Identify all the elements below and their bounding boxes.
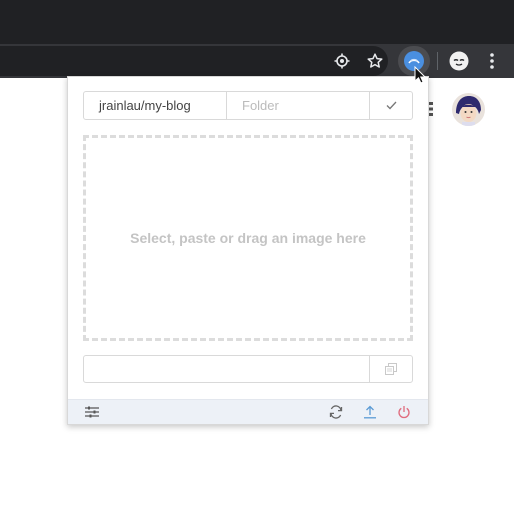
mouse-cursor-icon: [414, 65, 427, 89]
copy-button[interactable]: [370, 356, 412, 382]
repo-input[interactable]: jrainlau/my-blog: [84, 92, 227, 119]
address-bar[interactable]: [0, 46, 388, 76]
location-target-icon[interactable]: [331, 50, 353, 72]
extension-popup: jrainlau/my-blog Folder Select, paste or…: [67, 76, 429, 425]
profile-icon[interactable]: [448, 50, 470, 72]
image-dropzone[interactable]: Select, paste or drag an image here: [83, 135, 413, 341]
check-icon: [386, 101, 396, 110]
bookmark-star-icon[interactable]: [364, 50, 386, 72]
url-row: [83, 355, 413, 383]
refresh-icon[interactable]: [328, 404, 344, 420]
power-icon[interactable]: [396, 404, 412, 420]
settings-sliders-icon[interactable]: [84, 404, 100, 420]
avatar[interactable]: [452, 93, 485, 126]
toolbar-separator: [437, 52, 438, 70]
confirm-button[interactable]: [370, 92, 412, 119]
tab-strip: [0, 0, 514, 44]
image-url-field[interactable]: [84, 356, 370, 382]
copy-icon: [385, 363, 397, 375]
folder-input[interactable]: Folder: [227, 92, 370, 119]
upload-icon[interactable]: [362, 404, 378, 420]
repo-row: jrainlau/my-blog Folder: [83, 91, 413, 120]
popup-footer: [68, 399, 428, 424]
dropzone-label: Select, paste or drag an image here: [130, 230, 366, 246]
menu-icon[interactable]: [481, 50, 503, 72]
